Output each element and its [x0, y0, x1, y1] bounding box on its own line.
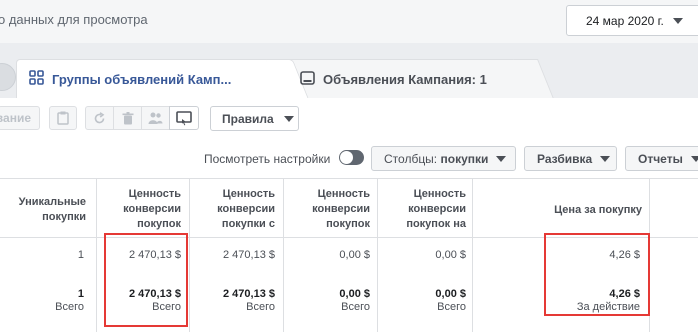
chevron-down-icon [690, 155, 698, 162]
grid-icon [29, 70, 44, 88]
tab-ad-sets[interactable]: Группы объявлений Камп... [16, 59, 288, 98]
highlight-box-conversion-value [104, 233, 188, 327]
columns-prefix: Столбцы: [384, 151, 438, 166]
tab-ad-sets-label: Группы объявлений Камп... [52, 71, 232, 87]
view-settings-label: Посмотреть настройки [204, 152, 331, 166]
redo-button[interactable] [85, 106, 114, 130]
total-label: Всего [341, 301, 370, 313]
delete-button[interactable] [113, 106, 142, 130]
duplicate-button[interactable] [49, 106, 77, 130]
date-range-picker[interactable]: 24 мар 2020 г. [566, 5, 698, 36]
column-divider [189, 179, 190, 332]
toolbar: вание [0, 98, 698, 142]
top-bar: о данных для просмотра 24 мар 2020 г. [0, 0, 698, 43]
preview-icon [176, 110, 192, 126]
header-conversion-value-3[interactable]: Ценность конверсии покупок [287, 187, 370, 232]
total-cell: 0,00 $ [339, 288, 370, 300]
total-cell: 2 470,13 $ [223, 288, 275, 300]
breakdown-label: Разбивка [537, 151, 593, 166]
highlight-box-cost-per-purchase [544, 233, 650, 316]
clipboard-icon [57, 111, 69, 125]
table-cell: 1 [77, 249, 84, 261]
header-purchase-conversion-value[interactable]: Ценность конверсии покупок [100, 187, 181, 232]
total-label: Всего [437, 301, 466, 313]
review-button[interactable] [169, 106, 199, 130]
redo-icon [93, 111, 106, 125]
total-cell: 0,00 $ [435, 288, 466, 300]
reports-label: Отчеты [638, 151, 683, 166]
edit-button[interactable]: вание [0, 106, 40, 130]
table-cell: 0,00 $ [435, 249, 466, 261]
trash-icon [122, 111, 134, 125]
chevron-down-icon [496, 155, 507, 162]
reports-dropdown[interactable]: Отчеты [625, 146, 698, 171]
rules-label: Правила [222, 111, 274, 126]
ad-icon [300, 70, 315, 88]
table-cell: 2 470,13 $ [223, 249, 275, 261]
header-conversion-value-from[interactable]: Ценность конверсии покупки с [193, 187, 275, 232]
status-text: о данных для просмотра [0, 12, 148, 27]
header-cost-per-purchase[interactable]: Цена за покупку [476, 203, 642, 218]
column-divider [283, 179, 284, 332]
view-settings-toggle[interactable] [339, 150, 364, 165]
column-divider [96, 179, 97, 332]
rules-dropdown[interactable]: Правила [210, 106, 299, 131]
campaign-tab-icon[interactable] [0, 63, 16, 91]
ab-test-button[interactable] [141, 106, 170, 130]
chevron-down-icon [600, 155, 611, 162]
total-label: Всего [55, 301, 84, 313]
columns-dropdown[interactable]: Столбцы: покупки [371, 146, 516, 171]
total-cell: 1 [77, 288, 84, 300]
table-cell: 0,00 $ [339, 249, 370, 261]
people-icon [148, 112, 163, 124]
columns-value: покупки [440, 151, 489, 166]
header-conversion-value-on[interactable]: Ценность конверсии покупок на [381, 187, 466, 232]
column-divider [472, 179, 473, 332]
total-label: Всего [246, 301, 275, 313]
tab-ads-label: Объявления Кампания: 1 [323, 71, 487, 87]
breakdown-dropdown[interactable]: Разбивка [524, 146, 617, 171]
date-label: 24 мар 2020 г. [586, 13, 664, 28]
header-unique-purchases[interactable]: Уникальные покупки [2, 195, 86, 225]
tab-bar: Объявления Кампания: 1 Группы объявлений… [0, 43, 698, 98]
tab-ads[interactable]: Объявления Кампания: 1 [282, 59, 534, 98]
chevron-down-icon [672, 17, 683, 24]
columns-label: Столбцы: покупки [384, 152, 488, 166]
chevron-down-icon [283, 115, 294, 122]
column-divider [377, 179, 378, 332]
